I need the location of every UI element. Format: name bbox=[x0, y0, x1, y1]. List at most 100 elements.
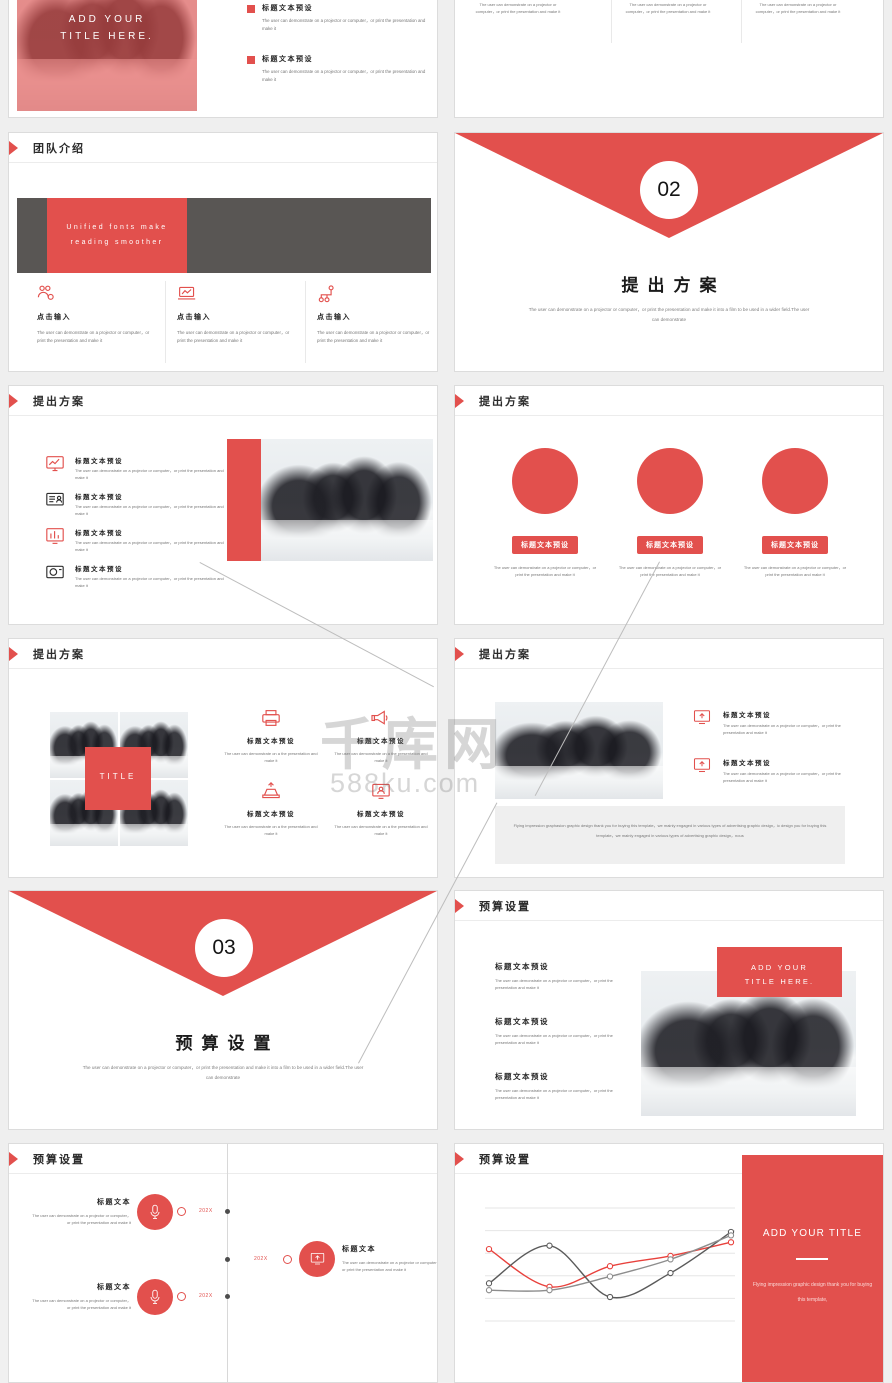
header-triangle-icon bbox=[9, 141, 18, 155]
item-title: 标题文本预设 bbox=[495, 962, 549, 971]
item-title: 标题文本预设 bbox=[723, 712, 771, 719]
column-divider bbox=[741, 0, 742, 43]
header-rule bbox=[9, 1173, 437, 1174]
header-triangle-icon bbox=[455, 1152, 464, 1166]
content-photo bbox=[261, 439, 433, 561]
item-body: The user can demonstrate on a the presen… bbox=[334, 751, 428, 763]
monitor-upload-icon bbox=[693, 758, 711, 773]
list-item[interactable]: 标题文本预设 The user can demonstrate on a pro… bbox=[45, 563, 227, 589]
item-title: 标题文本预设 bbox=[495, 1072, 549, 1081]
item-title: 标题文本预设 bbox=[495, 1017, 549, 1026]
slide-three-circles[interactable]: 提出方案 标题文本预设 The user can demonstrate on … bbox=[454, 385, 884, 625]
slide-header: 预算设置 bbox=[455, 891, 883, 921]
side-panel bbox=[742, 1155, 883, 1382]
clock-icon bbox=[177, 1207, 186, 1216]
item-title: 标题文本预设 bbox=[262, 5, 313, 12]
side-panel-body: Flying impression graphic design thank y… bbox=[752, 1282, 873, 1303]
header-triangle-icon bbox=[455, 394, 464, 408]
slide-line-chart[interactable]: 预算设置 ADD YOUR TITLE Flying impression gr… bbox=[454, 1143, 884, 1383]
item-body: The user can demonstrate on a projector … bbox=[75, 504, 224, 516]
slide-timeline[interactable]: 预算设置 标题文本 The user can demonstrate on a … bbox=[8, 1143, 438, 1383]
slide-header: 团队介绍 bbox=[9, 133, 437, 163]
line-chart bbox=[485, 1207, 735, 1322]
slide-section-03[interactable]: 03 预算设置 The user can demonstrate on a pr… bbox=[8, 890, 438, 1130]
item-body: The user can demonstrate on a projector … bbox=[262, 69, 426, 83]
section-number-badge: 02 bbox=[640, 161, 698, 219]
cover-overlay-title: ADD YOUR TITLE HERE. bbox=[60, 14, 154, 42]
microphone-icon bbox=[150, 1289, 160, 1304]
circle-shape bbox=[512, 448, 578, 514]
slide-header: 提出方案 bbox=[9, 386, 437, 416]
column-divider bbox=[165, 281, 166, 363]
chip-label[interactable]: 标题文本预设 bbox=[512, 536, 578, 554]
slide-cover-split[interactable]: ADD YOUR TITLE HERE. 标题文本预设 The user can… bbox=[8, 0, 438, 118]
column-body: The user can demonstrate on a projector … bbox=[743, 565, 847, 577]
slide-three-pins[interactable]: ♻ 标题文本预设 The user can demonstrate on a p… bbox=[454, 0, 884, 118]
printer-icon bbox=[262, 710, 280, 726]
list-item[interactable]: 标题文本预设 The user can demonstrate on a pro… bbox=[693, 709, 848, 736]
microphone-icon bbox=[150, 1204, 160, 1219]
header-title: 提出方案 bbox=[33, 396, 85, 408]
column-body: The user can demonstrate on a projector … bbox=[37, 330, 150, 343]
header-triangle-icon bbox=[455, 647, 464, 661]
timeline-dot bbox=[225, 1257, 230, 1262]
header-triangle-icon bbox=[455, 899, 464, 913]
entry-title: 标题文本 bbox=[97, 1284, 131, 1291]
item-title: 标题文本预设 bbox=[723, 760, 771, 767]
column-body: The user can demonstrate on a projector … bbox=[755, 2, 841, 14]
circle-shape bbox=[762, 448, 828, 514]
item-title: 标题文本预设 bbox=[262, 56, 313, 64]
column-title: 点击输入 bbox=[317, 314, 351, 321]
slide-team-intro[interactable]: 团队介绍 Unified fonts make reading smoother… bbox=[8, 132, 438, 372]
column-body: The user can demonstrate on a projector … bbox=[317, 330, 430, 343]
section-subtitle: The user can demonstrate on a projector … bbox=[528, 307, 810, 323]
item-body: The user can demonstrate on a the presen… bbox=[224, 751, 318, 763]
section-number-badge: 03 bbox=[195, 919, 253, 977]
content-photo bbox=[495, 702, 663, 799]
item-body: The user can demonstrate on a projector … bbox=[75, 540, 224, 552]
entry-body: The user can demonstrate on a projector … bbox=[32, 1213, 131, 1225]
slide-photo-grid-title[interactable]: 提出方案 TITLE 标题文本预设 The user can demonstra… bbox=[8, 638, 438, 878]
slide-icon-list-photo[interactable]: 提出方案 标题文本预设 The user can demonstrate on … bbox=[8, 385, 438, 625]
list-item[interactable]: 标题文本预设 The user can demonstrate on a pro… bbox=[45, 527, 227, 553]
item-title: 标题文本预设 bbox=[247, 811, 295, 818]
entry-body: The user can demonstrate on a projector … bbox=[342, 1260, 438, 1272]
item-body: The user can demonstrate on a projector … bbox=[495, 1088, 613, 1100]
header-title: 预算设置 bbox=[479, 901, 531, 913]
entry-icon-circle bbox=[299, 1241, 335, 1277]
slide-header: 提出方案 bbox=[455, 386, 883, 416]
chip-label[interactable]: 标题文本预设 bbox=[762, 536, 828, 554]
header-title: 预算设置 bbox=[33, 1154, 85, 1166]
entry-icon-circle bbox=[137, 1194, 173, 1230]
item-title: 标题文本预设 bbox=[75, 458, 123, 465]
timeline-axis bbox=[227, 1144, 228, 1382]
column-body: The user can demonstrate on a projector … bbox=[177, 330, 290, 343]
photo-accent-bar bbox=[227, 439, 261, 561]
section-subtitle: The user can demonstrate on a projector … bbox=[82, 1065, 364, 1081]
megaphone-icon bbox=[371, 710, 388, 725]
header-title: 提出方案 bbox=[33, 649, 85, 661]
section-name: 提出方案 bbox=[621, 276, 726, 295]
header-rule bbox=[455, 668, 883, 669]
column-title: 点击输入 bbox=[177, 314, 211, 321]
list-item[interactable]: 标题文本预设 The user can demonstrate on a pro… bbox=[693, 757, 848, 784]
entry-year: 202X bbox=[199, 1208, 213, 1214]
banner-text: Unified fonts make reading smoother bbox=[66, 224, 168, 246]
org-tree-icon bbox=[318, 285, 334, 303]
slide-section-02[interactable]: 02 提出方案 The user can demonstrate on a pr… bbox=[454, 132, 884, 372]
chip-label[interactable]: 标题文本预设 bbox=[637, 536, 703, 554]
list-item[interactable]: 标题文本预设 The user can demonstrate on a pro… bbox=[45, 491, 227, 517]
header-rule bbox=[9, 162, 437, 163]
list-item[interactable]: 标题文本预设 The user can demonstrate on a pro… bbox=[45, 455, 227, 481]
slide-photo-text-note[interactable]: 提出方案 标题文本预设 The user can demonstrate on … bbox=[454, 638, 884, 878]
screen-person-icon bbox=[372, 783, 390, 799]
header-triangle-icon bbox=[9, 394, 18, 408]
item-body: The user can demonstrate on a projector … bbox=[723, 723, 841, 735]
slide-text-photo-badge[interactable]: 预算设置 标题文本预设 The user can demonstrate on … bbox=[454, 890, 884, 1130]
header-rule bbox=[455, 415, 883, 416]
monitor-upload-icon bbox=[693, 710, 711, 725]
item-title: 标题文本预设 bbox=[357, 738, 405, 745]
circle-shape bbox=[637, 448, 703, 514]
bullet-square bbox=[247, 56, 255, 65]
bullet-square bbox=[247, 5, 255, 13]
